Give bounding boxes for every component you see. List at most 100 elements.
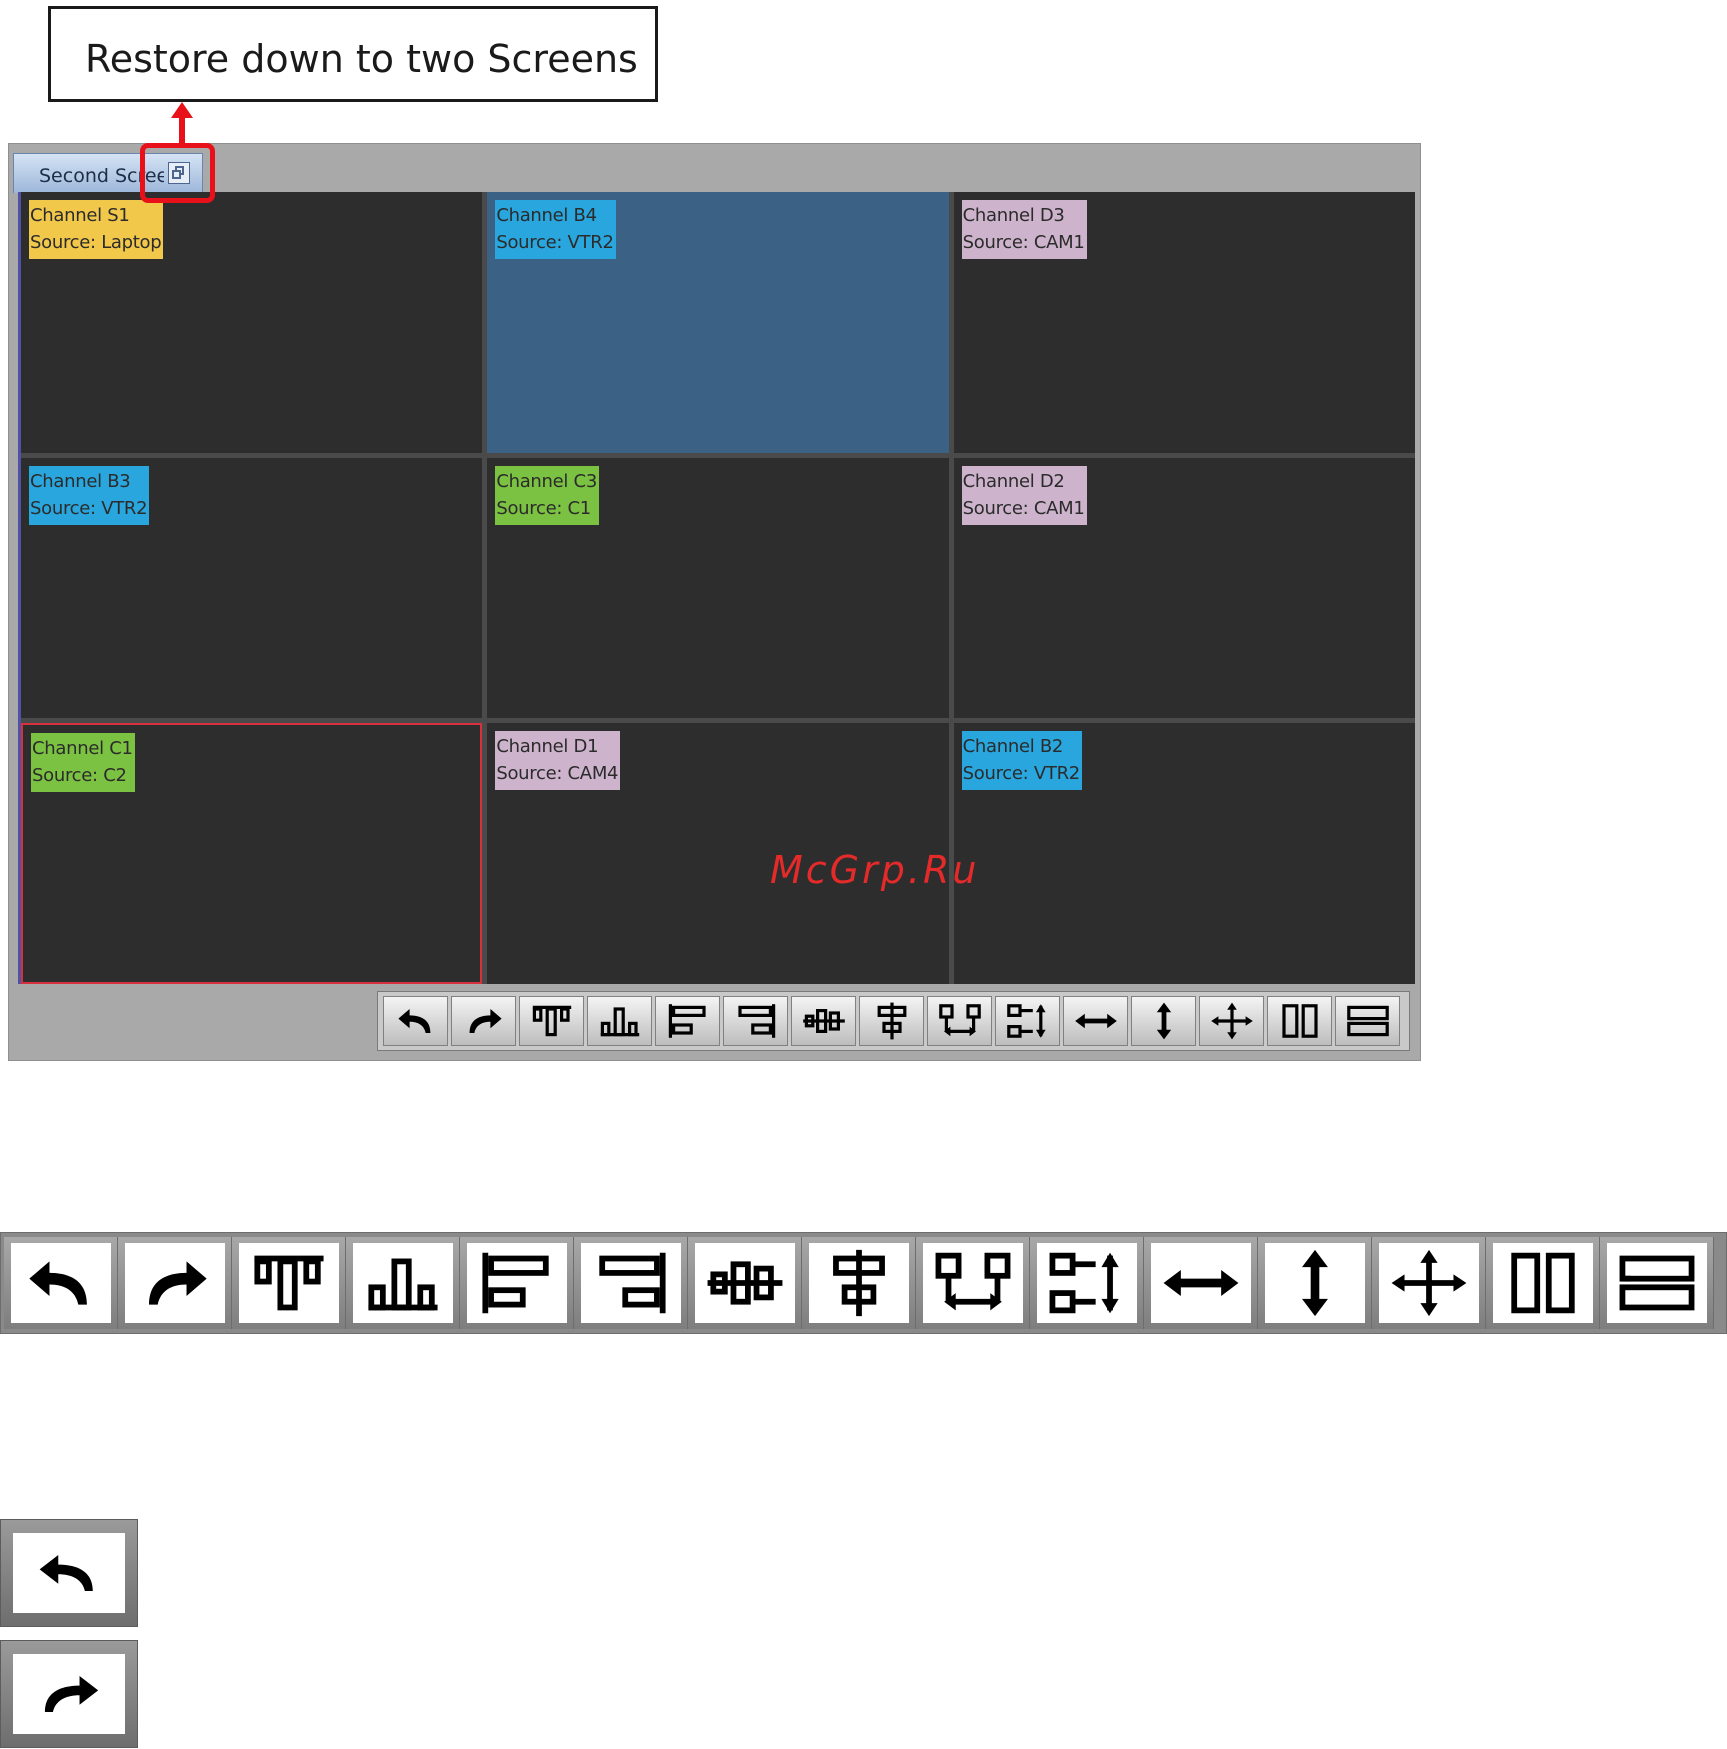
callout-box: Restore down to two Screens xyxy=(48,6,658,102)
channel-name: Channel B3 xyxy=(30,470,131,492)
channel-cell[interactable]: Channel D3 Source: CAM1 xyxy=(953,192,1415,453)
align-left-button[interactable] xyxy=(655,996,720,1046)
align-horizontal-center-button[interactable] xyxy=(688,1237,802,1329)
stretch-both-button[interactable] xyxy=(1372,1237,1486,1329)
channel-source: Source: CAM1 xyxy=(962,497,1085,519)
channel-name: Channel D3 xyxy=(962,205,1065,226)
stretch-horizontal-button[interactable] xyxy=(1063,996,1128,1046)
multiview-window: Second Screen Channel S1 Source: Laptop … xyxy=(8,143,1421,1061)
align-top-button[interactable] xyxy=(519,996,584,1046)
stretch-horizontal-icon xyxy=(1163,1270,1238,1296)
split-columns-button[interactable] xyxy=(1486,1237,1600,1329)
align-right-icon xyxy=(598,1252,666,1314)
redo-button-closeup[interactable] xyxy=(0,1640,138,1748)
stretch-vertical-button[interactable] xyxy=(1131,996,1196,1046)
distribute-horizontal-button[interactable] xyxy=(927,996,992,1046)
channel-tag: Channel D3 Source: CAM1 xyxy=(961,200,1087,259)
channel-cell[interactable]: Channel B4 Source: VTR2 xyxy=(487,192,949,453)
align-top-icon xyxy=(532,1005,571,1037)
channel-tag: Channel B2 Source: VTR2 xyxy=(961,731,1082,791)
channel-grid: Channel S1 Source: Laptop Channel B4 Sou… xyxy=(18,192,1415,984)
redo-button[interactable] xyxy=(451,996,516,1046)
channel-source: Source: VTR2 xyxy=(962,763,1081,785)
channel-cell[interactable]: Channel B2 Source: VTR2 xyxy=(953,723,1415,984)
align-top-icon xyxy=(253,1255,324,1311)
undo-icon xyxy=(397,1009,430,1033)
channel-cell[interactable]: Channel D2 Source: CAM1 xyxy=(953,457,1415,719)
align-left-button[interactable] xyxy=(460,1237,574,1329)
split-columns-icon xyxy=(1510,1252,1575,1314)
stretch-horizontal-icon xyxy=(1074,1013,1117,1029)
split-rows-button[interactable] xyxy=(1600,1237,1714,1329)
channel-tag: Channel D1 Source: CAM4 xyxy=(495,731,621,791)
align-top-button[interactable] xyxy=(232,1237,346,1329)
stretch-both-icon xyxy=(1391,1249,1466,1317)
align-bottom-icon xyxy=(600,1007,639,1037)
channel-source: Source: Laptop xyxy=(30,232,162,253)
align-bottom-icon xyxy=(367,1258,438,1311)
callout-arrow-icon xyxy=(171,102,193,148)
undo-icon xyxy=(28,1261,87,1305)
restore-highlight xyxy=(140,143,215,203)
distribute-vertical-icon xyxy=(1006,1004,1046,1038)
redo-icon xyxy=(44,1676,99,1712)
channel-source: Source: VTR2 xyxy=(30,497,148,519)
redo-button[interactable] xyxy=(118,1237,232,1329)
stretch-both-button[interactable] xyxy=(1199,996,1264,1046)
split-columns-button[interactable] xyxy=(1267,996,1332,1046)
channel-tag: Channel B3 Source: VTR2 xyxy=(29,465,150,525)
layout-toolbar xyxy=(377,991,1410,1051)
align-vertical-center-button[interactable] xyxy=(859,996,924,1046)
channel-source: Source: CAM1 xyxy=(962,232,1085,253)
stretch-vertical-button[interactable] xyxy=(1258,1237,1372,1329)
align-horizontal-center-icon xyxy=(802,1009,845,1033)
channel-source: Source: C1 xyxy=(496,497,591,519)
stretch-both-icon xyxy=(1210,1002,1253,1040)
split-rows-button[interactable] xyxy=(1335,996,1400,1046)
align-horizontal-center-button[interactable] xyxy=(791,996,856,1046)
align-right-button[interactable] xyxy=(574,1237,688,1329)
channel-tag: Channel D2 Source: CAM1 xyxy=(961,465,1087,525)
channel-cell[interactable]: Channel B3 Source: VTR2 xyxy=(21,457,483,719)
redo-icon xyxy=(148,1261,207,1305)
distribute-vertical-icon xyxy=(1049,1252,1119,1314)
channel-name: Channel C3 xyxy=(496,470,597,492)
undo-button-closeup[interactable] xyxy=(0,1519,138,1627)
align-vertical-center-icon xyxy=(877,1002,906,1040)
channel-tag: Channel C1 Source: C2 xyxy=(31,733,135,793)
channel-cell[interactable]: Channel S1 Source: Laptop xyxy=(21,192,483,453)
channel-cell[interactable]: Channel C3 Source: C1 xyxy=(487,457,949,719)
distribute-horizontal-icon xyxy=(938,1004,981,1037)
stretch-vertical-icon xyxy=(1301,1249,1328,1317)
align-horizontal-center-icon xyxy=(707,1261,782,1305)
channel-cell[interactable]: Channel C1 Source: C2 xyxy=(21,723,483,984)
channel-name: Channel B2 xyxy=(962,736,1064,758)
align-vertical-center-button[interactable] xyxy=(802,1237,916,1329)
align-left-icon xyxy=(481,1252,549,1314)
distribute-horizontal-button[interactable] xyxy=(916,1237,1030,1329)
distribute-vertical-button[interactable] xyxy=(995,996,1060,1046)
channel-tag: Channel B4 Source: VTR2 xyxy=(495,200,616,259)
undo-button[interactable] xyxy=(383,996,448,1046)
align-bottom-button[interactable] xyxy=(346,1237,460,1329)
channel-source: Source: CAM4 xyxy=(496,763,619,785)
align-right-button[interactable] xyxy=(723,996,788,1046)
distribute-vertical-button[interactable] xyxy=(1030,1237,1144,1329)
channel-name: Channel C1 xyxy=(32,738,133,760)
undo-icon xyxy=(39,1555,93,1591)
split-columns-icon xyxy=(1281,1004,1318,1038)
align-bottom-button[interactable] xyxy=(587,996,652,1046)
align-right-icon xyxy=(737,1004,775,1038)
stretch-horizontal-button[interactable] xyxy=(1144,1237,1258,1329)
layout-toolbar-enlarged xyxy=(0,1232,1727,1334)
align-vertical-center-icon xyxy=(832,1249,885,1317)
align-left-icon xyxy=(668,1004,706,1038)
channel-tag: Channel S1 Source: Laptop xyxy=(29,200,164,259)
channel-name: Channel D2 xyxy=(962,470,1065,492)
stretch-vertical-icon xyxy=(1156,1002,1171,1040)
channel-name: Channel B4 xyxy=(496,205,597,226)
undo-button[interactable] xyxy=(4,1237,118,1329)
callout-text: Restore down to two Screens xyxy=(85,37,638,81)
distribute-horizontal-icon xyxy=(935,1252,1010,1311)
channel-name: Channel D1 xyxy=(496,736,599,758)
